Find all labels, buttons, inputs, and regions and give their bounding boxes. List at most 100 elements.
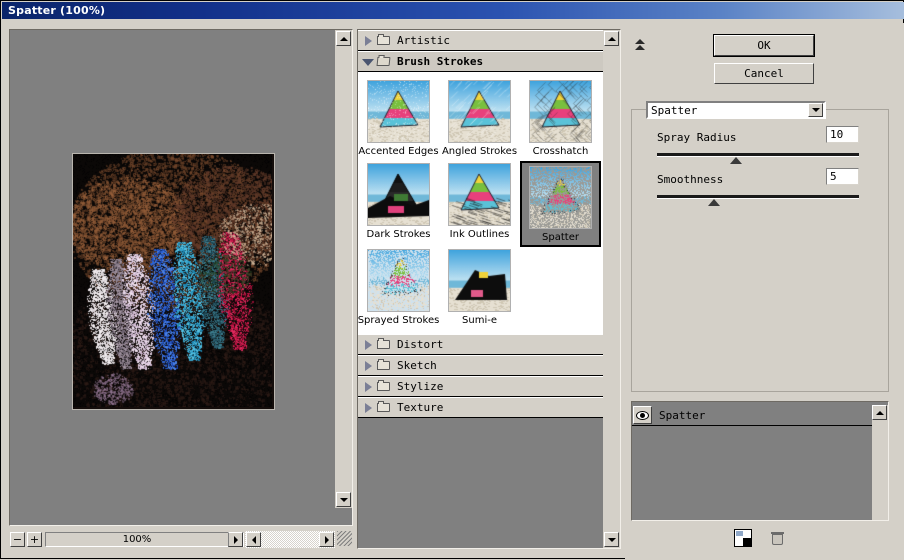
zoom-toolbar: − + 100%: [10, 531, 244, 548]
category-artistic[interactable]: Artistic: [358, 30, 603, 51]
filter-item-sprayed-strokes[interactable]: Sprayed Strokes: [358, 247, 439, 330]
ok-button[interactable]: OK: [713, 34, 815, 57]
filter-item-angled-strokes[interactable]: Angled Strokes: [439, 78, 520, 161]
scroll-left-icon: [251, 535, 256, 544]
filter-label: Accented Edges: [358, 146, 439, 157]
preview-scroll-right-button[interactable]: [319, 532, 334, 547]
zoom-menu-button[interactable]: [228, 532, 243, 547]
category-label: Sketch: [397, 359, 437, 372]
preview-horizontal-scrollbar[interactable]: [245, 531, 335, 548]
zoom-out-button[interactable]: −: [10, 532, 25, 547]
gallery-scroll-down-button[interactable]: [604, 532, 619, 547]
triangle-right-icon[interactable]: [362, 402, 374, 414]
zoom-out-label: −: [12, 533, 23, 546]
folder-icon: [377, 380, 392, 392]
smoothness-slider-track[interactable]: [657, 195, 859, 199]
zoom-level-value: 100%: [122, 534, 152, 545]
preview-image[interactable]: [72, 153, 275, 410]
layer-scroll-up-button[interactable]: [872, 405, 887, 420]
scroll-down-icon: [339, 497, 348, 502]
zoom-level-field[interactable]: 100%: [45, 532, 244, 547]
spray-radius-label: Spray Radius: [657, 131, 737, 144]
double-chevron-up-icon[interactable]: [631, 35, 649, 53]
filter-select-dropdown[interactable]: Spatter: [646, 101, 826, 119]
filter-item-crosshatch[interactable]: Crosshatch: [520, 78, 601, 161]
category-texture[interactable]: Texture: [358, 397, 603, 418]
smoothness-value[interactable]: 5: [826, 168, 859, 185]
cancel-button[interactable]: Cancel: [714, 63, 814, 84]
folder-icon: [377, 34, 392, 46]
chevron-down-icon[interactable]: [808, 103, 823, 117]
filter-label: Dark Strokes: [366, 229, 431, 240]
filter-item-spatter[interactable]: Spatter: [520, 161, 601, 247]
smoothness-slider-thumb[interactable]: [707, 199, 720, 206]
filter-gallery-window: Spatter (100%) − + 100% Artistic Brush S…: [0, 0, 904, 560]
trash-icon[interactable]: [770, 530, 786, 546]
zoom-in-label: +: [29, 533, 40, 546]
filter-thumbnail: [529, 166, 592, 229]
preview-canvas[interactable]: [10, 30, 336, 525]
preview-scroll-up-button[interactable]: [336, 31, 351, 46]
effect-layer-actions: [631, 526, 889, 550]
filter-gallery-list[interactable]: Artistic Brush Strokes Accented Edges An…: [358, 30, 603, 548]
effect-layer-item-spatter[interactable]: Spatter: [632, 405, 872, 426]
thumbnail-row: Sprayed Strokes Sumi-e: [358, 247, 603, 330]
triangle-down-icon[interactable]: [362, 56, 374, 68]
category-sketch[interactable]: Sketch: [358, 355, 603, 376]
filter-thumbnail: [367, 249, 430, 312]
eye-icon: [636, 410, 649, 420]
category-label: Artistic: [397, 34, 450, 47]
gallery-scroll-up-button[interactable]: [604, 31, 619, 46]
spray-radius-value[interactable]: 10: [826, 126, 859, 143]
zoom-in-button[interactable]: +: [27, 532, 42, 547]
category-label: Distort: [397, 338, 444, 351]
triangle-right-icon[interactable]: [362, 35, 374, 47]
spray-radius-slider-track[interactable]: [657, 153, 859, 157]
filter-item-accented-edges[interactable]: Accented Edges: [358, 78, 439, 161]
filter-item-sumi-e[interactable]: Sumi-e: [439, 247, 520, 330]
filter-label: Sprayed Strokes: [358, 315, 440, 326]
filter-label: Ink Outlines: [449, 229, 510, 240]
new-effect-layer-icon[interactable]: [734, 529, 752, 547]
folder-open-icon: [376, 56, 392, 67]
gallery-vertical-scrollbar[interactable]: [603, 30, 620, 548]
layer-list-scrollbar[interactable]: [872, 405, 888, 520]
category-brush-strokes[interactable]: Brush Strokes: [358, 51, 603, 72]
folder-icon: [377, 401, 392, 413]
category-label: Brush Strokes: [397, 55, 484, 68]
folder-icon: [377, 359, 392, 371]
window-title: Spatter (100%): [8, 4, 106, 17]
filter-thumbnail: [529, 80, 592, 143]
thumbnail-row: Accented Edges Angled Strokes Crosshatch: [358, 78, 603, 161]
filter-item-ink-outlines[interactable]: Ink Outlines: [439, 161, 520, 247]
triangle-right-icon[interactable]: [362, 360, 374, 372]
category-stylize[interactable]: Stylize: [358, 376, 603, 397]
filter-label: Spatter: [542, 232, 579, 243]
category-label: Stylize: [397, 380, 444, 393]
filter-thumbnail: [448, 249, 511, 312]
cancel-label: Cancel: [744, 67, 784, 80]
preview-scroll-left-button[interactable]: [246, 532, 261, 547]
triangle-right-icon: [233, 535, 238, 544]
filter-label: Angled Strokes: [441, 146, 518, 157]
scroll-up-icon: [339, 36, 348, 41]
resize-grip-icon[interactable]: [337, 531, 352, 546]
triangle-right-icon[interactable]: [362, 339, 374, 351]
category-label: Texture: [397, 401, 444, 414]
layer-visibility-toggle[interactable]: [633, 406, 652, 424]
filter-item-dark-strokes[interactable]: Dark Strokes: [358, 161, 439, 247]
filter-thumbnail: [448, 80, 511, 143]
spray-radius-slider-thumb[interactable]: [729, 157, 742, 164]
filter-select-value: Spatter: [651, 103, 698, 117]
filter-label: Crosshatch: [532, 146, 589, 157]
preview-scroll-down-button[interactable]: [336, 492, 351, 507]
scroll-down-icon: [607, 537, 616, 542]
category-distort[interactable]: Distort: [358, 334, 603, 355]
filter-thumbnail: [448, 163, 511, 226]
filter-options-group: [631, 109, 889, 392]
triangle-right-icon[interactable]: [362, 381, 374, 393]
preview-vertical-scrollbar[interactable]: [335, 30, 352, 508]
filter-label: Sumi-e: [462, 315, 497, 326]
scroll-right-icon: [324, 535, 329, 544]
window-title-bar: Spatter (100%): [2, 2, 904, 19]
